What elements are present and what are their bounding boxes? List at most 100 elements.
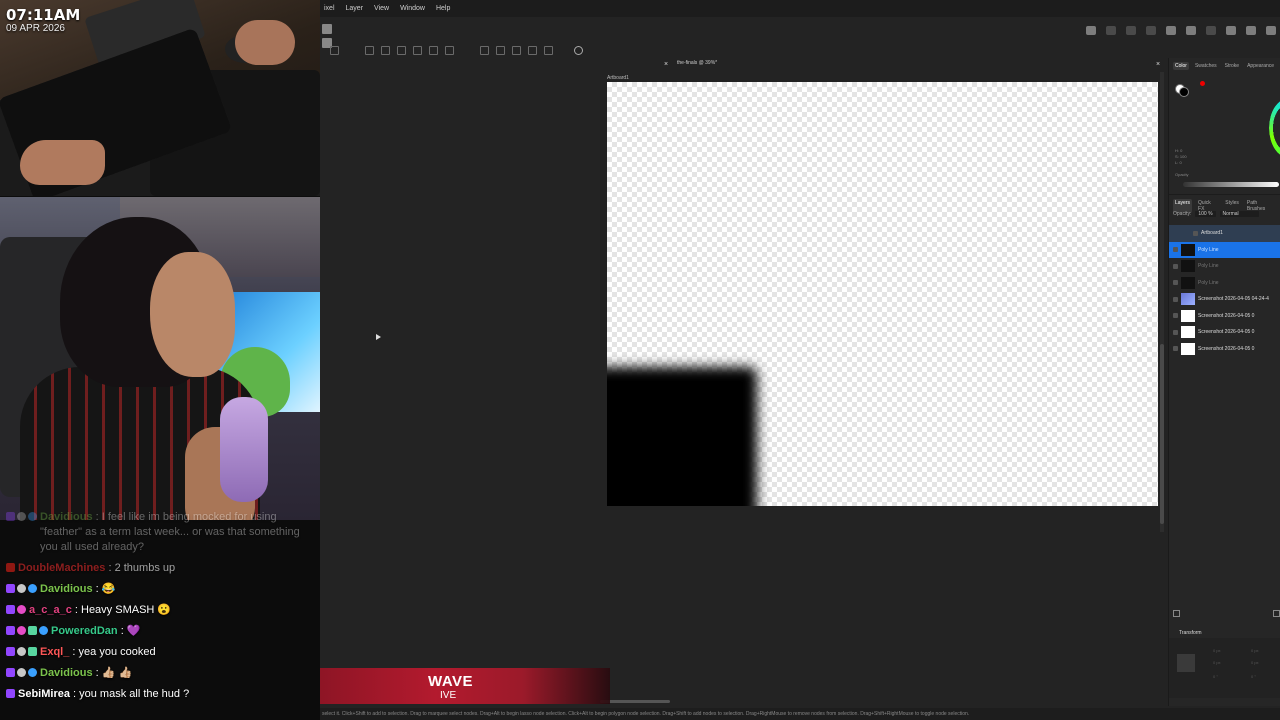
close-icon[interactable]: ×	[664, 61, 668, 68]
warning-icon[interactable]	[1206, 25, 1216, 35]
menu-item-layer[interactable]: Layer	[342, 5, 371, 12]
expand-icon[interactable]	[1173, 329, 1178, 335]
layers-list: Artboard1 Poly Line Poly Line Poly Line Scre…	[1169, 225, 1280, 357]
snap-icon[interactable]	[480, 45, 489, 55]
vertical-scrollbar[interactable]	[1160, 72, 1164, 532]
menu-item-help[interactable]: Help	[432, 5, 457, 12]
chat-badge-icon	[17, 626, 26, 635]
clock-date: 09 APR 2026	[6, 23, 65, 34]
expand-icon[interactable]	[1173, 247, 1178, 253]
chat-username[interactable]: Davidious	[40, 511, 93, 523]
toolbar-icon[interactable]	[1086, 25, 1096, 35]
smooth-icon[interactable]	[397, 45, 406, 55]
chat-username[interactable]: SebiMirea	[18, 688, 70, 700]
toolbar-icon[interactable]	[1166, 25, 1176, 35]
opacity-slider[interactable]	[1183, 182, 1279, 187]
chat-badges	[6, 626, 48, 635]
chat-text: Heavy SMASH 😮	[81, 604, 172, 616]
horizontal-scrollbar[interactable]	[600, 700, 960, 704]
convert-icon[interactable]	[365, 45, 374, 55]
eyedropper-icon[interactable]	[1191, 80, 1197, 86]
chat-message: Davidious : 😂	[6, 582, 314, 597]
color-wheel[interactable]	[1269, 98, 1280, 158]
layer-thumbnail	[1181, 342, 1195, 355]
sharp-icon[interactable]	[381, 45, 390, 55]
tab-stroke[interactable]: Stroke	[1223, 62, 1241, 70]
chat-username[interactable]: a_c_a_c	[29, 604, 72, 616]
layer-thumbnail	[1181, 276, 1195, 289]
add-layer-icon[interactable]	[1173, 610, 1180, 617]
close-icon[interactable]: ×	[1156, 61, 1160, 68]
chat-message: SebiMirea : you mask all the hud ?	[6, 687, 314, 702]
layer-row[interactable]: Poly Line	[1169, 275, 1280, 292]
smart-icon[interactable]	[413, 45, 422, 55]
tab-swatches[interactable]: Swatches	[1193, 62, 1219, 70]
expand-icon[interactable]	[1173, 346, 1178, 352]
layer-row[interactable]: Screenshot 2026-04-05 0	[1169, 324, 1280, 341]
assistant-icon[interactable]	[1266, 25, 1276, 35]
delete-layer-icon[interactable]	[1273, 610, 1280, 617]
studio-icon[interactable]	[1246, 25, 1256, 35]
chat-badge-icon	[17, 647, 26, 656]
chat-text: 💜	[126, 625, 141, 637]
close-curve-icon[interactable]	[445, 45, 454, 55]
layer-row[interactable]: Screenshot 2026-04-05 0	[1169, 308, 1280, 325]
layer-name: Poly Line	[1198, 279, 1219, 286]
color-swatches[interactable]	[1175, 78, 1205, 98]
expand-icon[interactable]	[1173, 263, 1178, 269]
align-icon[interactable]	[496, 45, 505, 55]
menu-item-window[interactable]: Window	[396, 5, 432, 12]
expand-icon[interactable]	[1173, 313, 1178, 319]
chat-badge-icon	[17, 584, 26, 593]
layer-options: Opacity: 100 % Normal	[1173, 211, 1259, 217]
gear-icon[interactable]	[574, 45, 583, 55]
chat-badge-icon	[17, 512, 26, 521]
expand-icon[interactable]	[1193, 230, 1198, 236]
layer-row[interactable]: Screenshot 2026-04-05 0	[1169, 341, 1280, 358]
chat-username[interactable]: PoweredDan	[51, 625, 118, 637]
layer-opacity-field[interactable]: 100 %	[1195, 211, 1216, 217]
align-icon[interactable]	[544, 45, 553, 55]
chat-username[interactable]: Davidious	[40, 667, 93, 679]
layer-row[interactable]: Screenshot 2026-04-05 04-24-4	[1169, 291, 1280, 308]
menu-icon[interactable]	[1226, 25, 1236, 35]
color-readout: H: 0 S: 100 L: 0	[1175, 148, 1187, 165]
mouse-cursor-icon	[376, 334, 381, 340]
chat-username[interactable]: Davidious	[40, 583, 93, 595]
toolbar-icon[interactable]	[1126, 25, 1136, 35]
layer-row[interactable]: Poly Line	[1169, 241, 1280, 258]
blend-mode-select[interactable]: Normal	[1219, 211, 1259, 217]
layer-thumbnail	[1181, 293, 1195, 306]
expand-icon[interactable]	[1173, 280, 1178, 286]
artboard-canvas[interactable]	[607, 82, 1158, 506]
tab-color[interactable]: Color	[1173, 62, 1189, 70]
snapping-icon[interactable]	[1186, 25, 1196, 35]
chat-badge-icon	[6, 668, 15, 677]
move-tool-icon[interactable]	[322, 24, 332, 34]
menu-item-view[interactable]: View	[370, 5, 396, 12]
break-curve-icon[interactable]	[429, 45, 438, 55]
layer-name: Screenshot 2026-04-05 04-24-4	[1198, 296, 1269, 303]
chat-badge-icon	[28, 626, 37, 635]
chat-username[interactable]: Exql_	[40, 646, 69, 658]
align-icon[interactable]	[512, 45, 521, 55]
chat-badge-icon	[6, 584, 15, 593]
feathered-shape[interactable]	[607, 367, 757, 506]
anchor-selector[interactable]	[1177, 654, 1195, 672]
document-tab[interactable]: the-finals @ 39%*	[677, 60, 717, 66]
chat-badge-icon	[28, 584, 37, 593]
layer-row[interactable]: Poly Line	[1169, 258, 1280, 275]
chat-username[interactable]: DoubleMachines	[18, 562, 105, 574]
align-icon[interactable]	[528, 45, 537, 55]
layer-row[interactable]: Artboard1	[1169, 225, 1280, 242]
transform-tab[interactable]: Transform	[1179, 630, 1202, 636]
chat-badges	[6, 563, 15, 572]
toolbar-icon[interactable]	[1106, 25, 1116, 35]
tab-appearance[interactable]: Appearance	[1245, 62, 1276, 70]
expand-icon[interactable]	[1173, 296, 1178, 302]
menu-item-ixel[interactable]: ixel	[320, 5, 342, 12]
layer-name: Screenshot 2026-04-05 0	[1198, 312, 1255, 319]
toolbar-icon[interactable]	[1146, 25, 1156, 35]
layer-thumbnail	[1181, 326, 1195, 339]
pen-tool-icon[interactable]	[330, 45, 339, 55]
